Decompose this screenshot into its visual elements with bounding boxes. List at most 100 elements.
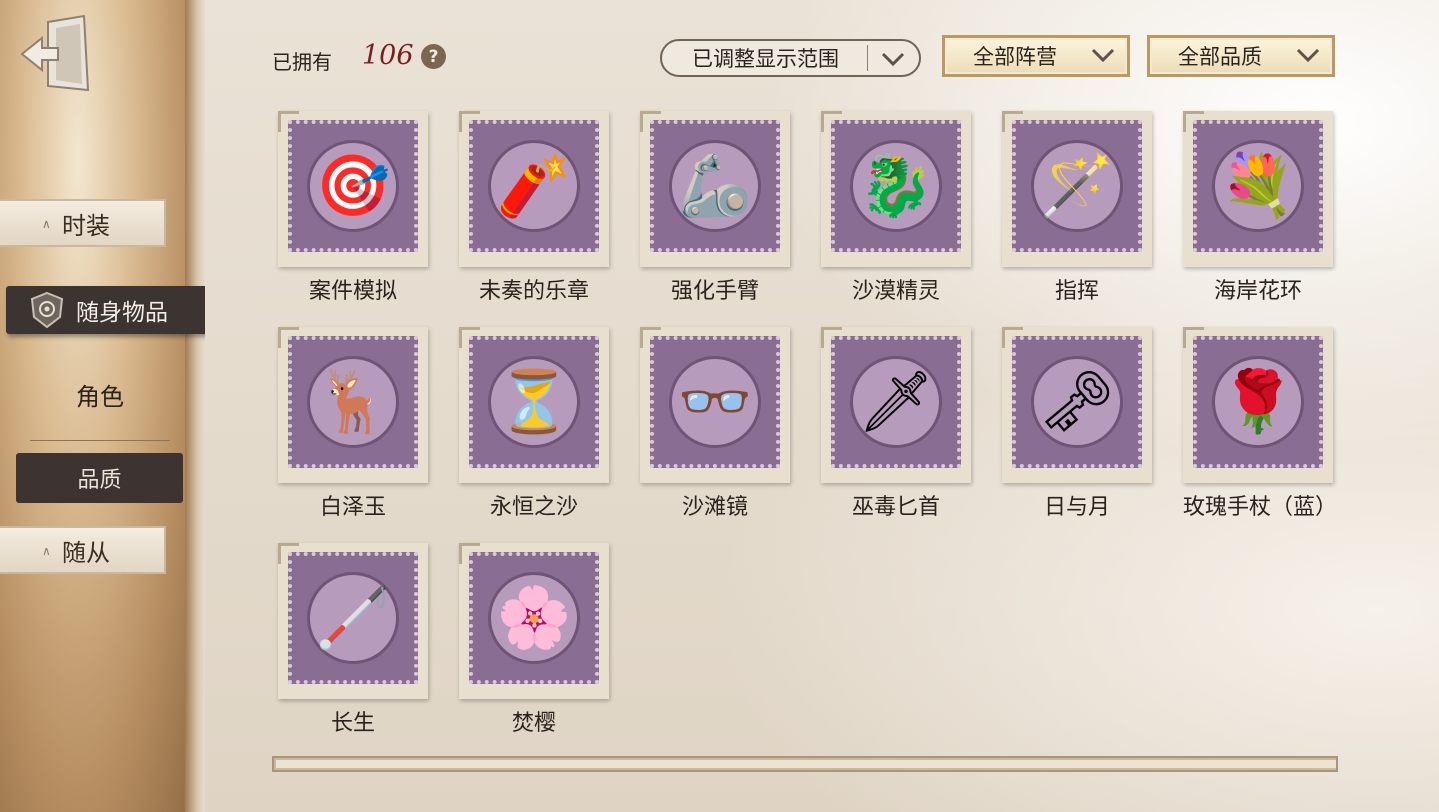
help-icon[interactable]: ? (421, 44, 446, 69)
item-name: 海岸花环 (1213, 279, 1302, 304)
item-frame: 🦌 (278, 327, 428, 483)
item-card[interactable]: 🪄 指挥 (1002, 111, 1152, 305)
subtab-quality-label: 品质 (77, 468, 122, 493)
tab-costume[interactable]: ∧ 时装 (0, 199, 166, 247)
item-name: 焚樱 (511, 711, 556, 736)
item-name: 永恒之沙 (489, 495, 578, 520)
item-card[interactable]: 🗝 日与月 (1002, 327, 1152, 521)
item-frame: 🗝 (1002, 327, 1152, 483)
item-card[interactable]: 🗡 巫毒匕首 (821, 327, 971, 521)
item-card[interactable]: ⏳ 永恒之沙 (459, 327, 609, 521)
item-icon: 🗝 (1038, 367, 1116, 437)
chevron-down-icon (1091, 48, 1115, 63)
item-stamp: ⏳ (469, 336, 599, 468)
item-name: 长生 (330, 711, 375, 736)
item-icon: 🐉 (858, 151, 934, 221)
item-stamp: 🌸 (469, 552, 599, 684)
range-dropdown-label: 已调整显示范围 (692, 47, 839, 71)
item-card[interactable]: 🦯 长生 (278, 543, 428, 737)
tab-costume-label: 时装 (62, 211, 110, 240)
item-frame: 👓 (640, 327, 790, 483)
owned-label: 已拥有 (272, 50, 332, 74)
tab-accessories-label: 随身物品 (76, 300, 168, 326)
item-icon: 🦯 (315, 583, 391, 653)
item-frame: 🪄 (1002, 111, 1152, 267)
item-name: 强化手臂 (670, 279, 759, 304)
item-stamp: 🦾 (650, 120, 780, 252)
item-stamp: 🪄 (1012, 120, 1142, 252)
range-dropdown[interactable]: 已调整显示范围 (660, 39, 921, 77)
item-name: 巫毒匕首 (851, 495, 940, 520)
dropdown-separator (867, 45, 868, 71)
item-frame: 🎯 (278, 111, 428, 267)
item-stamp: 🦌 (288, 336, 418, 468)
item-stamp: 👓 (650, 336, 780, 468)
item-icon: 🌸 (496, 583, 572, 653)
item-name: 日与月 (1043, 495, 1110, 520)
item-name: 沙漠精灵 (851, 279, 940, 304)
chevron-down-icon (881, 52, 905, 67)
item-name: 未奏的乐章 (478, 279, 589, 304)
item-card[interactable]: 🦌 白泽玉 (278, 327, 428, 521)
item-icon: 👓 (677, 367, 753, 437)
item-name: 指挥 (1054, 279, 1099, 304)
quality-dropdown-label: 全部品质 (1178, 45, 1262, 69)
tab-follower-label: 随从 (62, 538, 110, 567)
item-stamp: 🗡 (831, 336, 961, 468)
item-frame: 🌸 (459, 543, 609, 699)
quality-dropdown[interactable]: 全部品质 (1147, 35, 1335, 77)
item-frame: 🌹 (1183, 327, 1333, 483)
item-frame: 🦾 (640, 111, 790, 267)
item-icon: 🪄 (1039, 151, 1115, 221)
item-stamp: 💐 (1193, 120, 1323, 252)
item-frame: 🐉 (821, 111, 971, 267)
item-stamp: 🐉 (831, 120, 961, 252)
item-icon: 🧨 (496, 151, 572, 221)
item-name: 沙滩镜 (681, 495, 748, 520)
subtab-quality[interactable]: 品质 (16, 453, 183, 503)
item-card[interactable]: 🧨 未奏的乐章 (459, 111, 609, 305)
tab-accessories[interactable]: 随身物品 (6, 286, 224, 334)
item-card[interactable]: 💐 海岸花环 (1183, 111, 1333, 305)
item-stamp: 🎯 (288, 120, 418, 252)
item-name: 案件模拟 (308, 279, 397, 304)
item-name: 白泽玉 (319, 495, 386, 520)
caret-icon: ∧ (42, 217, 51, 231)
item-frame: 🦯 (278, 543, 428, 699)
item-name: 玫瑰手杖（蓝） (1183, 495, 1338, 520)
item-icon: 💐 (1220, 151, 1296, 221)
item-card[interactable]: 👓 沙滩镜 (640, 327, 790, 521)
item-frame: 🧨 (459, 111, 609, 267)
exit-icon[interactable] (18, 14, 92, 94)
tab-character[interactable]: 角色 (30, 370, 170, 418)
shield-icon (28, 291, 66, 329)
item-card[interactable]: 🐉 沙漠精灵 (821, 111, 971, 305)
item-icon: 🗡 (857, 367, 935, 437)
item-frame: ⏳ (459, 327, 609, 483)
item-frame: 💐 (1183, 111, 1333, 267)
caret-icon: ∧ (42, 544, 51, 558)
chevron-down-icon (1296, 48, 1320, 63)
sidebar-edge (185, 0, 205, 812)
item-stamp: 🧨 (469, 120, 599, 252)
tab-character-label: 角色 (76, 382, 124, 411)
item-icon: 🌹 (1220, 367, 1296, 437)
item-stamp: 🌹 (1193, 336, 1323, 468)
item-frame: 🗡 (821, 327, 971, 483)
item-icon: 🎯 (315, 151, 391, 221)
item-stamp: 🦯 (288, 552, 418, 684)
item-stamp: 🗝 (1012, 336, 1142, 468)
divider (30, 440, 170, 441)
item-icon: 🦌 (315, 367, 391, 437)
scrollbar-thumb[interactable] (276, 760, 1336, 768)
item-card[interactable]: 🎯 案件模拟 (278, 111, 428, 305)
item-card[interactable]: 🦾 强化手臂 (640, 111, 790, 305)
owned-count: 106 (362, 40, 414, 71)
item-card[interactable]: 🌹 玫瑰手杖（蓝） (1183, 327, 1338, 521)
tab-follower[interactable]: ∧ 随从 (0, 526, 166, 574)
horizontal-scrollbar[interactable] (272, 756, 1338, 772)
item-card[interactable]: 🌸 焚樱 (459, 543, 609, 737)
faction-dropdown[interactable]: 全部阵营 (942, 35, 1130, 77)
item-icon: 🦾 (677, 151, 753, 221)
item-icon: ⏳ (496, 367, 572, 437)
